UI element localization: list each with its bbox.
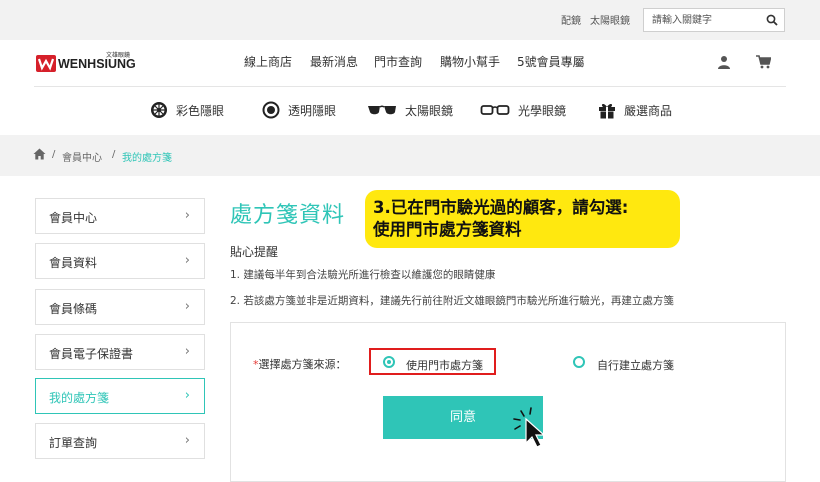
category-optical-glasses[interactable]: 光學眼鏡	[480, 100, 566, 120]
callout-line-1: 3.已在門市驗光過的顧客，請勾選:	[373, 198, 629, 217]
tip-2: 2. 若該處方箋並非是近期資料，建議先行前往附近文雄眼鏡門市驗光所進行驗光，再建…	[230, 295, 674, 307]
highlight-box	[369, 348, 496, 375]
tips-heading: 貼心提醒	[230, 245, 279, 259]
clear-lens-icon	[262, 101, 280, 119]
sidebar-item-warranty[interactable]: 會員電子保證書 ›	[35, 334, 205, 370]
breadcrumb-item-current: 我的處方箋	[122, 153, 172, 164]
source-label-text: 選擇處方箋來源：	[258, 358, 347, 371]
sidebar-item-label: 會員資料	[49, 256, 98, 270]
sidebar-item-member-barcode[interactable]: 會員條碼 ›	[35, 289, 205, 325]
sidebar-item-label: 會員條碼	[49, 302, 98, 316]
page-title: 處方箋資料	[230, 203, 346, 228]
sidebar-item-prescription[interactable]: 我的處方箋 ›	[35, 378, 205, 414]
sidebar-item-label: 我的處方箋	[49, 391, 110, 405]
chevron-right-icon: ›	[184, 299, 190, 314]
nav-member-exclusive[interactable]: 5號會員專屬	[517, 53, 585, 70]
nav-news[interactable]: 最新消息	[310, 53, 358, 70]
sidebar-item-label: 訂單查詢	[49, 436, 98, 450]
breadcrumb: / 會員中心 / 我的處方箋	[0, 135, 820, 176]
brand-logo-mark-icon	[36, 55, 56, 72]
sidebar-item-member-center[interactable]: 會員中心 ›	[35, 198, 205, 234]
sidebar-item-label: 會員中心	[49, 211, 98, 225]
category-featured[interactable]: 嚴選商品	[598, 100, 672, 120]
top-utility-bar: 配鏡 太陽眼鏡	[0, 0, 820, 40]
sunglasses-icon	[368, 105, 396, 115]
brand-name: WENHSIUNG	[58, 57, 136, 71]
brand-logo[interactable]: 文雄眼鏡 WENHSIUNG	[36, 52, 136, 72]
nav-shopping-helper[interactable]: 購物小幫手	[440, 53, 500, 70]
category-sunglasses[interactable]: 太陽眼鏡	[367, 100, 453, 120]
topbar-link-prescription[interactable]: 配鏡	[561, 12, 581, 27]
breadcrumb-item-member-center[interactable]: 會員中心	[62, 149, 102, 164]
header-divider	[34, 86, 786, 87]
breadcrumb-separator: /	[52, 149, 56, 160]
radio-self-create-prescription-label[interactable]: 自行建立處方箋	[597, 357, 674, 373]
category-label: 透明隱眼	[288, 103, 337, 118]
search-input[interactable]	[644, 9, 770, 31]
search-icon[interactable]	[766, 14, 778, 26]
category-label: 太陽眼鏡	[405, 103, 454, 118]
category-clear-lens[interactable]: 透明隱眼	[262, 100, 336, 120]
nav-store-locator[interactable]: 門市查詢	[374, 53, 422, 70]
chevron-right-icon: ›	[184, 388, 190, 403]
chevron-right-icon: ›	[184, 253, 190, 268]
optical-glasses-icon	[480, 105, 510, 115]
category-colored-lens[interactable]: 彩色隱眼	[150, 100, 224, 120]
gift-icon	[599, 103, 615, 119]
topbar-link-sunglasses[interactable]: 太陽眼鏡	[590, 12, 630, 27]
search-box	[643, 8, 785, 32]
breadcrumb-separator: /	[112, 149, 116, 160]
mouse-cursor-icon	[513, 407, 546, 448]
cart-icon[interactable]	[756, 55, 771, 69]
sidebar-item-orders[interactable]: 訂單查詢 ›	[35, 423, 205, 459]
chevron-right-icon: ›	[184, 208, 190, 223]
source-field-label: *選擇處方箋來源：	[253, 356, 347, 372]
sidebar-item-label: 會員電子保證書	[49, 347, 134, 361]
chevron-right-icon: ›	[184, 433, 190, 448]
home-icon[interactable]	[33, 148, 46, 160]
colored-lens-icon	[151, 102, 167, 118]
sidebar-item-member-profile[interactable]: 會員資料 ›	[35, 243, 205, 279]
chevron-right-icon: ›	[184, 344, 190, 359]
category-label: 光學眼鏡	[518, 103, 567, 118]
nav-online-store[interactable]: 線上商店	[244, 53, 292, 70]
category-label: 彩色隱眼	[176, 103, 225, 118]
tip-1: 1. 建議每半年到合法驗光所進行檢查以維護您的眼睛健康	[230, 269, 496, 281]
callout-line-2: 使用門市處方箋資料	[373, 220, 522, 239]
user-icon[interactable]	[717, 55, 731, 69]
category-label: 嚴選商品	[624, 103, 673, 118]
radio-self-create-prescription[interactable]	[573, 356, 585, 368]
instruction-callout: 3.已在門市驗光過的顧客，請勾選: 使用門市處方箋資料	[365, 190, 680, 248]
